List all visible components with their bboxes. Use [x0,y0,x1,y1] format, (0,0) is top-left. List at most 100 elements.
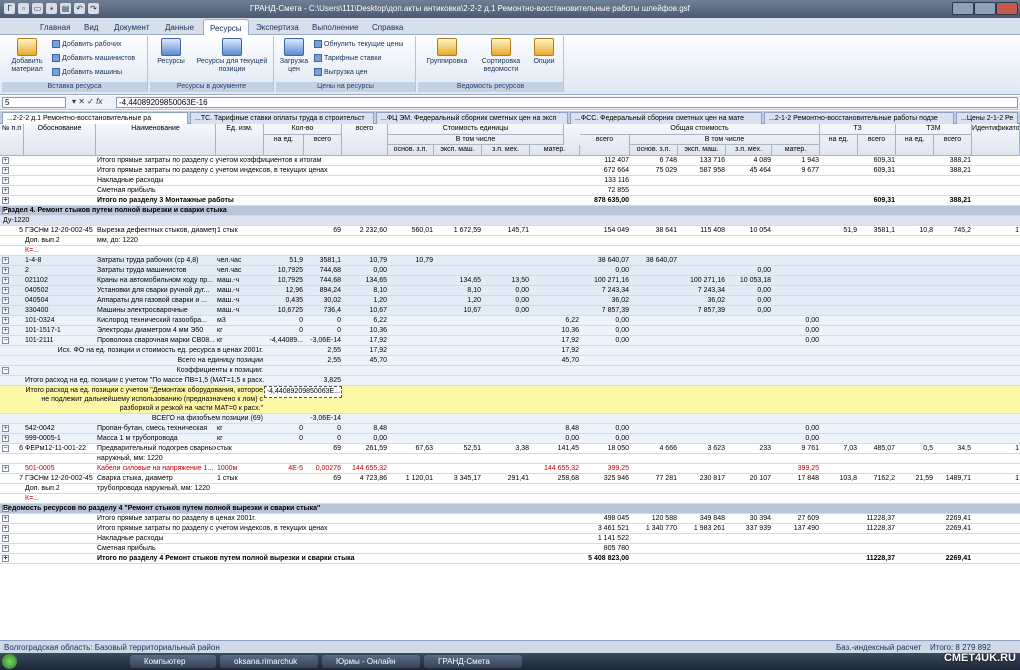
cell-tc[interactable]: 498 045 [580,514,630,523]
cell-tzu[interactable]: 103,8 [820,474,858,483]
doc-tab[interactable]: ...ФЦ ЭМ. Федеральный сборник сметных це… [376,112,568,124]
cell-tc[interactable]: 5 408 823,00 [580,554,630,563]
resources-current-button[interactable]: Ресурсы для текущей позиции [194,38,270,74]
expand-icon[interactable]: + [2,555,9,562]
cell-qt[interactable]: 69 [304,444,342,453]
cell-zm[interactable]: 337 939 [726,524,772,533]
cell-unit[interactable]: 1 стык [216,226,264,235]
cell-tzt[interactable]: 11228,37 [858,524,896,533]
cell-unit[interactable]: чел.час [216,256,264,265]
cell-basis[interactable]: 021102 [24,276,96,285]
cell-basis[interactable]: 101-0324 [24,316,96,325]
cell-total[interactable]: 4 723,86 [342,474,388,483]
col-basis[interactable]: Обоснование [24,124,96,156]
cell-tc[interactable]: 0,00 [580,336,630,345]
tab-execution[interactable]: Выполнение [306,19,365,35]
cell-zm[interactable]: 30 394 [726,514,772,523]
table-row[interactable]: Итого расход на ед. позиции с учетом "По… [0,376,1020,386]
cell-qu[interactable]: 0 [264,434,304,443]
cell-total[interactable]: 261,59 [342,444,388,453]
table-row[interactable]: 5 ГЭСНм 12-20-002-45 Вырезка дефектных сты… [0,226,1020,236]
cell-qt[interactable]: -3,06E-14 [304,336,342,345]
cell-m[interactable]: 0,00 [772,336,820,345]
table-row[interactable]: + Сметная прибыль 72 855 [0,186,1020,196]
cell-name[interactable]: Всего на единицу позиции [24,356,264,365]
col-tzm-total[interactable]: всего [934,135,972,156]
col-tz-total[interactable]: всего [858,135,896,156]
cell-zm1[interactable]: 3,38 [482,444,530,453]
table-row[interactable]: +101-1517-1 Электроды диаметром 4 мм Э50 к… [0,326,1020,336]
cell-basis[interactable]: ГЭСНм 12-20-002-45 [24,226,96,235]
cell-e[interactable]: 3 623 [678,444,726,453]
cell-total[interactable]: 1,20 [342,296,388,305]
expand-icon[interactable]: + [2,435,9,442]
cell-eks[interactable]: 1,20 [434,296,482,305]
cell-m1[interactable]: 0,00 [530,434,580,443]
cell-tzmt[interactable]: 2269,41 [934,524,972,533]
cell-tc[interactable]: 133 116 [580,176,630,185]
cell-qu[interactable]: 0 [264,326,304,335]
cell-total[interactable]: 17,92 [342,336,388,345]
cell-basis[interactable]: 101-2111 [24,336,96,345]
cell-m[interactable]: 137 490 [772,524,820,533]
col-tc-mater[interactable]: матер. [772,145,820,156]
cell-name[interactable]: Сметная прибыль [96,544,576,553]
cell-e[interactable]: 230 817 [678,474,726,483]
cell-name[interactable]: Сварка стыка, диаметр [96,474,216,483]
cell-tc[interactable]: 0,00 [580,326,630,335]
cell-m[interactable]: 0,00 [772,316,820,325]
expand-icon[interactable]: + [2,157,9,164]
cell-total[interactable]: 10,67 [342,306,388,315]
cell-tc[interactable]: 805 780 [580,544,630,553]
col-qty-total[interactable]: всего [304,135,342,156]
cell-num[interactable]: 7 [0,474,24,483]
cell-zm1[interactable]: 145,71 [482,226,530,235]
cell-tzt[interactable]: 609,31 [858,196,896,205]
cell-tc[interactable]: 72 855 [580,186,630,195]
table-row[interactable]: +999-0005-1 Масса 1 м трубопровода кг 0 0 0,0… [0,434,1020,444]
cell-zm[interactable]: 0,00 [726,296,772,305]
cell-name[interactable]: Итого прямые затраты по разделу в ценах … [96,514,576,523]
start-button[interactable] [2,654,17,669]
cell-m[interactable]: 0,00 [772,434,820,443]
cell-total[interactable]: 10,79 [342,256,388,265]
tariff-rates-button[interactable]: Тарифные ставки [314,54,381,62]
cell-name[interactable]: Затраты труда машинистов [96,266,216,275]
cell-tzt[interactable]: 609,31 [858,156,896,165]
cell-total[interactable]: 10,36 [342,326,388,335]
cell-tzu[interactable]: 51,9 [820,226,858,235]
cell-basis[interactable]: 2 [24,266,96,275]
cell-zm1[interactable]: 0,00 [482,286,530,295]
cell-tc[interactable]: 1 141 522 [580,534,630,543]
table-row[interactable]: + Итого прямые затраты по разделу с учето… [0,524,1020,534]
cell-m1[interactable]: 45,70 [530,356,580,365]
cell-unit[interactable]: маш.-ч [216,276,264,285]
table-row[interactable]: +040502 Установки для сварки ручной дуг..… [0,286,1020,296]
cell-zm1[interactable]: 291,41 [482,474,530,483]
cell-tc[interactable]: 7 857,39 [580,306,630,315]
cell-qt[interactable]: 69 [304,474,342,483]
table-row[interactable]: ВСЕГО на физобъем позиции (69) -3,06E-14 [0,414,1020,424]
cell-num[interactable]: 5 [0,226,24,235]
undo-icon[interactable]: ↶ [74,3,85,14]
cell-basis[interactable]: К=... [24,246,96,255]
cell-z[interactable]: 38 641 [630,226,678,235]
table-row[interactable]: − Коэффициенты к позиции: [0,366,1020,376]
cell-e[interactable]: 7 243,34 [678,286,726,295]
cell-zm[interactable]: 0,00 [726,286,772,295]
cell-name[interactable]: Кислород технический газообра... [96,316,216,325]
table-row[interactable]: +2 Затраты труда машинистов чел.час 10,7925… [0,266,1020,276]
cell-unit[interactable]: маш.-ч [216,306,264,315]
cell-qt[interactable]: 0 [304,316,342,325]
cell-qt[interactable]: 2,55 [304,346,342,355]
tab-document[interactable]: Документ [108,19,156,35]
maximize-button[interactable] [974,2,996,15]
cell-name[interactable]: Масса 1 м трубопровода [96,434,216,443]
expand-icon[interactable]: + [2,287,9,294]
cell-eks[interactable]: 8,10 [434,286,482,295]
table-row[interactable]: +501-0005 Кабели силовые на напряжение 1.… [0,464,1020,474]
cell-name[interactable]: Итого прямые затраты по разделу с учетом… [96,524,576,533]
cell-basis[interactable]: ФЕРм12-11-001-22 [24,444,96,453]
table-row[interactable]: + Накладные расходы 1 141 522 [0,534,1020,544]
expand-icon[interactable]: + [2,425,9,432]
